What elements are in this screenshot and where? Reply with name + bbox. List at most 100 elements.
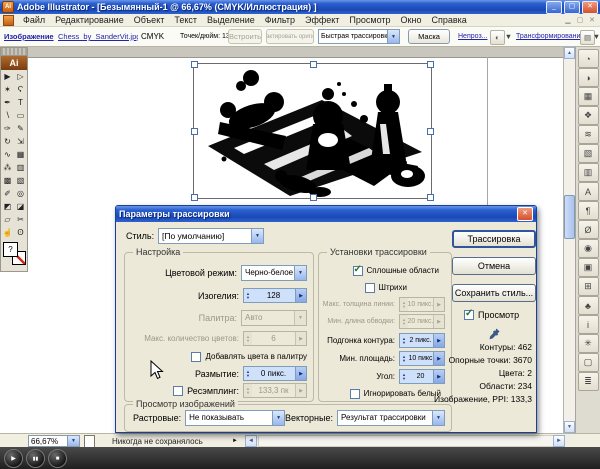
restore-button[interactable]: ▢ bbox=[564, 1, 580, 14]
mask-button[interactable]: Маска bbox=[408, 29, 450, 44]
chevron-down-icon[interactable]: ▼ bbox=[432, 411, 444, 425]
trace-preset-combo[interactable]: Быстрая трассировка ▼ bbox=[318, 29, 400, 44]
flare-panel-icon[interactable]: ✳ bbox=[578, 334, 599, 353]
chevron-down-icon[interactable]: ▼ bbox=[504, 27, 513, 46]
embed-button[interactable]: Встроить bbox=[228, 29, 262, 44]
preview-checkbox[interactable] bbox=[464, 310, 474, 320]
menu-item[interactable]: Текст bbox=[169, 15, 202, 25]
selection-handle[interactable] bbox=[310, 194, 317, 201]
eraser-tool[interactable]: ▱ bbox=[1, 213, 14, 226]
trace-button[interactable]: Трассировка bbox=[452, 230, 536, 248]
eyedropper-tool[interactable]: ✐ bbox=[1, 187, 14, 200]
traced-image-object[interactable] bbox=[193, 63, 432, 199]
menu-item[interactable]: Выделение bbox=[202, 15, 260, 25]
line-tool[interactable]: ∖ bbox=[1, 109, 14, 122]
blur-spinner[interactable]: ▲▼ 0 пикс. ▶ bbox=[243, 366, 307, 381]
chevron-down-icon[interactable]: ▼ bbox=[251, 229, 263, 243]
slider-arrow-icon[interactable]: ▶ bbox=[295, 289, 306, 302]
fill-stroke-indicator[interactable]: ? bbox=[1, 241, 27, 267]
selection-handle[interactable] bbox=[427, 128, 434, 135]
menu-item[interactable]: Объект bbox=[129, 15, 170, 25]
selection-tool[interactable]: ▶ bbox=[1, 70, 14, 83]
scale-tool[interactable]: ⇲ bbox=[14, 135, 27, 148]
dialog-title-bar[interactable]: Параметры трассировки ✕ bbox=[116, 206, 536, 222]
pen-tool[interactable]: ✒ bbox=[1, 96, 14, 109]
opacity-link[interactable]: Непроз... bbox=[458, 27, 488, 46]
chevron-down-icon[interactable]: ▼ bbox=[294, 266, 306, 280]
chevron-down-icon[interactable]: ▼ bbox=[593, 27, 600, 46]
pause-button[interactable]: ▮▮ bbox=[26, 449, 45, 468]
chevron-down-icon[interactable]: ▼ bbox=[387, 30, 399, 43]
cancel-button[interactable]: Отмена bbox=[452, 257, 536, 275]
pencil-tool[interactable]: ✎ bbox=[14, 122, 27, 135]
scroll-down-icon[interactable]: ▼ bbox=[564, 421, 575, 433]
magic-wand-tool[interactable]: ✶ bbox=[1, 83, 14, 96]
edit-original-button[interactable]: Редактировать оригинал bbox=[266, 29, 314, 44]
free-transform-tool[interactable]: ▦ bbox=[14, 148, 27, 161]
type-tool[interactable]: T bbox=[14, 96, 27, 109]
scroll-left-icon[interactable]: ◄ bbox=[245, 435, 257, 447]
rectangle-tool[interactable]: ▭ bbox=[14, 109, 27, 122]
graph-tool[interactable]: ▥ bbox=[14, 161, 27, 174]
horizontal-scrollbar[interactable] bbox=[258, 435, 554, 447]
vector-view-combo[interactable]: Результат трассировки ▼ bbox=[337, 410, 445, 426]
direct-selection-tool[interactable]: ▷ bbox=[14, 70, 27, 83]
zoom-level-combo[interactable]: 66,67% ▼ bbox=[28, 435, 80, 447]
swatches-panel-icon[interactable]: ▦ bbox=[578, 87, 599, 106]
transform-link[interactable]: Трансформирование bbox=[516, 27, 580, 46]
raster-view-combo[interactable]: Не показывать ▼ bbox=[185, 410, 285, 426]
zoom-tool[interactable]: ʘ bbox=[14, 226, 27, 239]
menu-item[interactable]: Справка bbox=[426, 15, 471, 25]
transparency-panel-icon[interactable]: ▥ bbox=[578, 163, 599, 182]
minimize-button[interactable]: _ bbox=[546, 1, 562, 14]
mesh-tool[interactable]: ▩ bbox=[1, 174, 14, 187]
hand-tool[interactable]: ☝ bbox=[1, 226, 14, 239]
layers-panel-icon[interactable]: ⊞ bbox=[578, 277, 599, 296]
paintbrush-tool[interactable]: ✑ bbox=[1, 122, 14, 135]
opentype-panel-icon[interactable]: Ø bbox=[578, 220, 599, 239]
close-button[interactable]: ✕ bbox=[582, 1, 598, 14]
menu-item[interactable]: Редактирование bbox=[50, 15, 129, 25]
live-paint-bucket-tool[interactable]: ◩ bbox=[1, 200, 14, 213]
graphic-styles-panel-icon[interactable]: ▣ bbox=[578, 258, 599, 277]
menu-item[interactable]: Окно bbox=[396, 15, 427, 25]
resample-checkbox[interactable] bbox=[173, 386, 183, 396]
status-menu-icon[interactable]: ► bbox=[232, 435, 238, 447]
rotate-tool[interactable]: ↻ bbox=[1, 135, 14, 148]
menu-item[interactable]: Фильтр bbox=[260, 15, 300, 25]
add-colors-checkbox[interactable] bbox=[191, 352, 201, 362]
document-window-buttons[interactable]: ▁ ▢ ✕ bbox=[565, 16, 597, 24]
brushes-panel-icon[interactable]: ❖ bbox=[578, 106, 599, 125]
fills-checkbox[interactable] bbox=[353, 266, 363, 276]
chevron-down-icon[interactable]: ▼ bbox=[272, 411, 284, 425]
dialog-close-icon[interactable]: ✕ bbox=[517, 207, 533, 221]
ignore-white-checkbox[interactable] bbox=[350, 389, 360, 399]
chevron-down-icon[interactable]: ▼ bbox=[67, 436, 79, 446]
scissors-tool[interactable]: ✂ bbox=[14, 213, 27, 226]
stroke-panel-icon[interactable]: ≋ bbox=[578, 125, 599, 144]
opacity-icon[interactable]: ◐ bbox=[490, 30, 505, 45]
selection-handle[interactable] bbox=[427, 194, 434, 201]
info-panel-icon[interactable]: i bbox=[578, 315, 599, 334]
threshold-spinner[interactable]: ▲▼ 128 ▶ bbox=[243, 288, 307, 303]
appearance-panel-icon[interactable]: ◉ bbox=[578, 239, 599, 258]
selection-handle[interactable] bbox=[191, 61, 198, 68]
warp-tool[interactable]: ∿ bbox=[1, 148, 14, 161]
live-paint-selection-tool[interactable]: ◪ bbox=[14, 200, 27, 213]
object-type-label[interactable]: Изображение bbox=[4, 27, 56, 46]
toolbox-grip[interactable] bbox=[1, 48, 27, 56]
symbols-panel-icon[interactable]: ♣ bbox=[578, 296, 599, 315]
navigator-panel-icon[interactable]: ◔ bbox=[578, 49, 599, 68]
gradient-panel-icon[interactable]: ▧ bbox=[578, 144, 599, 163]
stop-button[interactable]: ■ bbox=[48, 449, 67, 468]
selection-handle[interactable] bbox=[191, 128, 198, 135]
blend-tool[interactable]: ◎ bbox=[14, 187, 27, 200]
scrollbar-thumb[interactable] bbox=[564, 195, 575, 239]
save-preset-button[interactable]: Сохранить стиль... bbox=[452, 284, 536, 302]
character-panel-icon[interactable]: A bbox=[578, 182, 599, 201]
vertical-scrollbar[interactable]: ▲ ▼ bbox=[563, 47, 575, 433]
paragraph-panel-icon[interactable]: ¶ bbox=[578, 201, 599, 220]
scroll-up-icon[interactable]: ▲ bbox=[564, 47, 575, 59]
style-combo[interactable]: [По умолчанию] ▼ bbox=[158, 228, 264, 244]
scroll-right-icon[interactable]: ► bbox=[553, 435, 565, 447]
